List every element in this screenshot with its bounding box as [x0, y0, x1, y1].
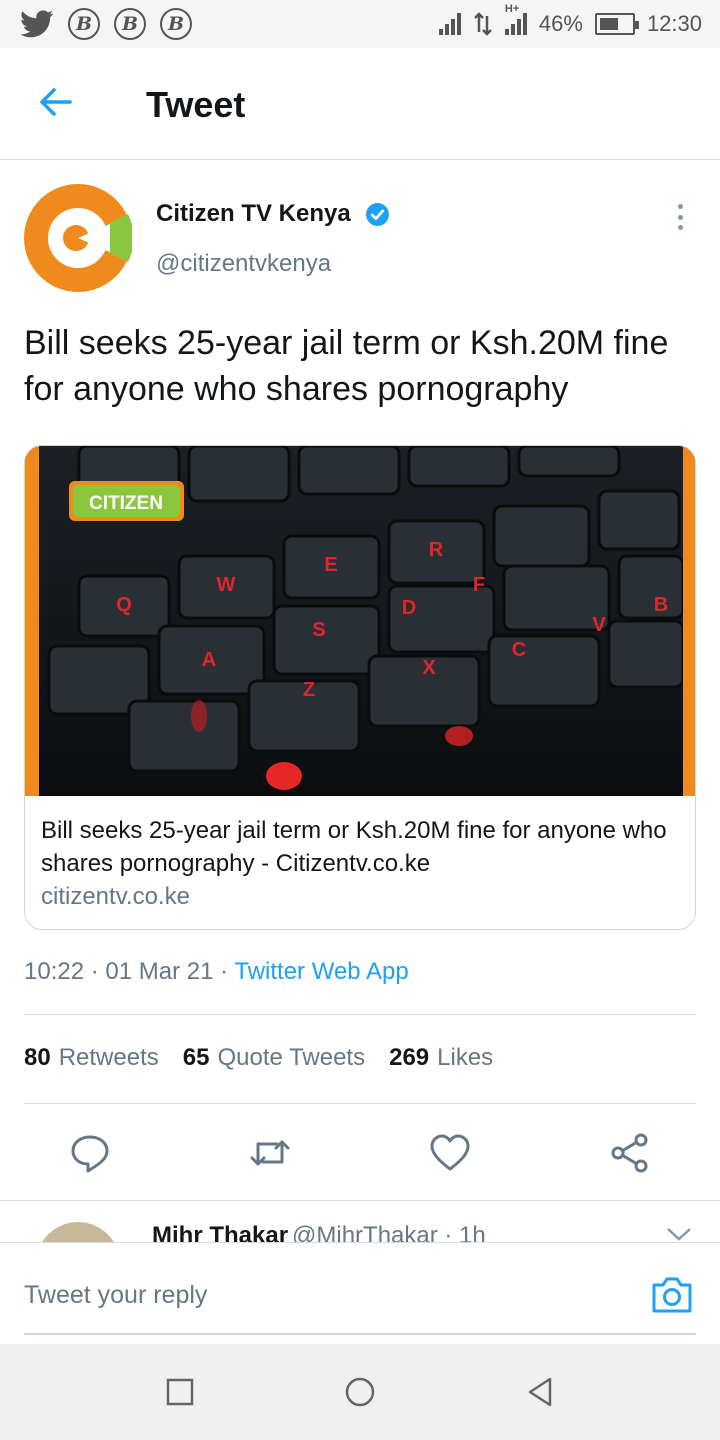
share-icon[interactable] — [609, 1132, 651, 1174]
home-icon[interactable] — [342, 1374, 378, 1410]
tweet-time: 10:22 — [24, 958, 85, 985]
reply-icon[interactable] — [69, 1132, 111, 1174]
system-navigation-bar — [0, 1344, 720, 1440]
key-label: A — [202, 649, 216, 671]
notification-b-icon: B — [114, 8, 146, 40]
reply-item[interactable]: Mihr Thakar @MihrThakar · 1h — [0, 1202, 720, 1242]
tweet-actions — [0, 1120, 720, 1184]
key-label: F — [473, 574, 485, 596]
source-app-link[interactable]: Twitter Web App — [234, 958, 408, 985]
key-label: R — [429, 539, 444, 561]
reply-input-underline — [24, 1333, 696, 1335]
card-title: Bill seeks 25-year jail term or Ksh.20M … — [41, 817, 667, 877]
key-label: X — [422, 657, 436, 679]
quotes-label: Quote Tweets — [217, 1044, 366, 1071]
status-bar: B B B H+ 46% 12:30 — [0, 0, 720, 48]
retweet-icon[interactable] — [249, 1132, 291, 1174]
tweet-text: Bill seeks 25-year jail term or Ksh.20M … — [24, 324, 669, 408]
avatar[interactable] — [24, 184, 132, 292]
card-image: CITIZEN Q W E R F A S D C V B Z X — [25, 446, 695, 796]
battery-percent: 46% — [538, 11, 583, 36]
key-label: D — [402, 597, 416, 619]
reply-composer: Tweet your reply — [0, 1242, 720, 1344]
card-domain: citizentv.co.ke — [41, 883, 190, 910]
meta-separator: · — [90, 958, 99, 985]
system-indicators: H+ 46% 12:30 — [438, 0, 702, 48]
key-label: V — [592, 614, 606, 636]
network-type-label: H+ — [504, 3, 520, 15]
clock: 12:30 — [646, 11, 702, 36]
twitter-bird-icon — [20, 10, 54, 38]
likes-label: Likes — [437, 1044, 494, 1071]
signal-hplus-icon: H+ — [504, 3, 527, 35]
key-label: Z — [303, 679, 315, 701]
retweets-count: 80 — [24, 1044, 51, 1071]
quotes-count: 65 — [182, 1044, 210, 1071]
arrow-left-icon[interactable] — [36, 82, 76, 122]
tweet-date: 01 Mar 21 — [105, 958, 214, 985]
link-card[interactable]: CITIZEN Q W E R F A S D C V B Z X Bill s… — [24, 445, 696, 930]
notification-b-icon: B — [68, 8, 100, 40]
divider — [24, 1014, 696, 1015]
divider — [24, 1103, 696, 1104]
divider — [0, 1200, 720, 1201]
retweets-stat[interactable]: 80 Retweets — [24, 1044, 159, 1072]
likes-count: 269 — [389, 1044, 430, 1071]
chevron-down-icon[interactable] — [666, 1226, 692, 1242]
data-transfer-icon — [474, 12, 492, 36]
more-vertical-icon[interactable] — [666, 200, 694, 234]
reply-avatar[interactable] — [36, 1222, 120, 1242]
author-name[interactable]: Citizen TV Kenya — [156, 200, 351, 228]
likes-stat[interactable]: 269 Likes — [389, 1044, 493, 1072]
verified-badge-icon — [366, 203, 389, 226]
quote-tweets-stat[interactable]: 65 Quote Tweets — [183, 1044, 365, 1072]
key-label: C — [512, 639, 526, 661]
card-image-logo: CITIZEN — [89, 493, 163, 514]
key-label: W — [217, 574, 236, 596]
tweet-timestamp: 10:22 · 01 Mar 21 · Twitter Web App — [24, 958, 409, 986]
back-nav-icon[interactable] — [522, 1374, 558, 1410]
battery-icon — [594, 13, 639, 35]
app-header: Tweet — [0, 48, 720, 160]
reply-author-name: Mihr Thakar — [152, 1222, 289, 1242]
heart-icon[interactable] — [429, 1132, 471, 1174]
meta-separator: · — [220, 958, 229, 985]
key-label: Q — [116, 594, 132, 616]
key-label: S — [312, 619, 325, 641]
engagement-stats: 80 Retweets 65 Quote Tweets 269 Likes — [24, 1044, 493, 1072]
recent-apps-icon[interactable] — [162, 1374, 198, 1410]
camera-icon[interactable] — [650, 1273, 694, 1315]
page-title: Tweet — [146, 84, 246, 125]
reply-author-handle: @MihrThakar · 1h — [292, 1222, 486, 1242]
key-label: E — [324, 554, 337, 576]
notification-icons: B B B — [0, 8, 192, 40]
signal-icon — [438, 13, 461, 35]
key-label: B — [654, 594, 668, 616]
notification-b-icon: B — [160, 8, 192, 40]
reply-input[interactable]: Tweet your reply — [24, 1281, 207, 1310]
retweets-label: Retweets — [58, 1044, 159, 1071]
author-handle[interactable]: @citizentvkenya — [156, 250, 331, 278]
